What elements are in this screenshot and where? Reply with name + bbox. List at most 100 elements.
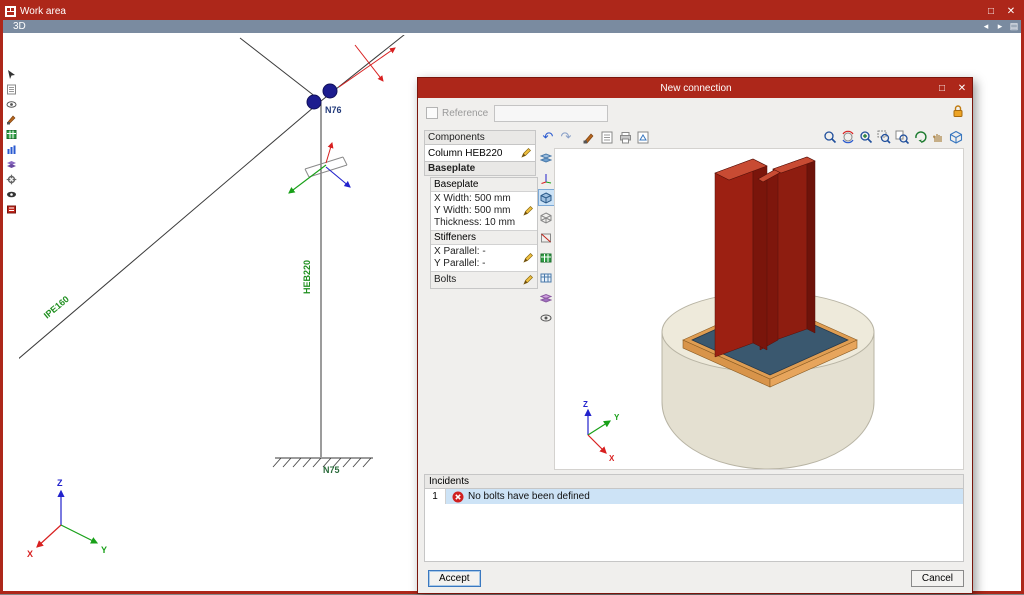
- incident-number: 1: [425, 489, 446, 504]
- tag-icon[interactable]: [6, 204, 17, 215]
- view-tabbar: 3D ◂ ▸ ▤: [3, 20, 1021, 33]
- incidents-panel: Incidents 1 No bolts have been defined: [424, 474, 964, 562]
- accept-button[interactable]: Accept: [428, 570, 481, 587]
- local-axis-x-icon: [326, 143, 332, 163]
- table-view-icon[interactable]: [539, 250, 554, 265]
- support-hatch-icon: [273, 458, 371, 467]
- pan-icon[interactable]: [930, 129, 946, 145]
- paint-icon[interactable]: [6, 114, 17, 125]
- rotate-view-icon[interactable]: [912, 129, 928, 145]
- edit-bolts-icon[interactable]: [521, 273, 535, 287]
- visibility-toggle-icon[interactable]: [539, 310, 554, 325]
- baseplate-subpanel: Baseplate X Width: 500 mm Y Width: 500 m…: [430, 177, 538, 289]
- node-label-n76: N76: [325, 105, 342, 115]
- svg-text:X: X: [609, 454, 615, 463]
- new-connection-dialog: New connection □ ✕ Reference Components …: [417, 77, 973, 594]
- incidents-header: Incidents: [425, 475, 963, 489]
- connection-3d-viewport[interactable]: Z Y X: [554, 148, 964, 470]
- reference-checkbox[interactable]: [426, 107, 438, 119]
- node-label-n75: N75: [323, 465, 340, 475]
- app-logo-icon: [5, 6, 16, 17]
- sheet-icon[interactable]: [6, 84, 17, 95]
- svg-text:Y: Y: [614, 413, 620, 422]
- incident-row[interactable]: 1 No bolts have been defined: [425, 489, 963, 504]
- section-view-icon[interactable]: [539, 230, 554, 245]
- load-arrow-icon: [355, 45, 383, 81]
- local-axis-y-icon: [289, 165, 326, 193]
- model-wireframe[interactable]: N76 HEB220 IPE160 N75: [19, 35, 419, 595]
- close-button[interactable]: ✕: [1001, 4, 1021, 19]
- baseplate-props-row[interactable]: X Width: 500 mm Y Width: 500 mm Thicknes…: [431, 192, 537, 230]
- svg-text:Z: Z: [57, 478, 63, 488]
- bolts-row[interactable]: Bolts: [431, 271, 537, 288]
- global-axes-icon: Z X Y: [27, 478, 107, 559]
- components-panel: Components Column HEB220 Baseplate: [424, 130, 536, 176]
- chart-icon[interactable]: [6, 144, 17, 155]
- edit-baseplate-icon[interactable]: [521, 204, 535, 218]
- load-arrow-icon: [339, 48, 395, 87]
- member-label-ipe160: IPE160: [42, 294, 71, 321]
- grid-view-icon[interactable]: [539, 270, 554, 285]
- tab-scroll-left-icon[interactable]: ◂: [979, 21, 993, 32]
- zoom-in-icon[interactable]: [858, 129, 874, 145]
- work-area-canvas[interactable]: N76 HEB220 IPE160 N75: [3, 33, 1021, 591]
- zoom-window-icon[interactable]: [876, 129, 892, 145]
- components-header: Components: [424, 130, 536, 145]
- dialog-maximize-button[interactable]: □: [932, 81, 952, 96]
- node-sphere[interactable]: [307, 95, 321, 109]
- connection-3d-render: Z Y X: [555, 149, 963, 469]
- component-column-row[interactable]: Column HEB220: [424, 145, 536, 162]
- model-sheet-icon[interactable]: [539, 150, 554, 165]
- tab-scroll-right-icon[interactable]: ▸: [993, 21, 1007, 32]
- table-icon[interactable]: [6, 129, 17, 140]
- wireframe-view-icon[interactable]: [539, 210, 554, 225]
- svg-text:Z: Z: [583, 400, 588, 409]
- reference-label: Reference: [442, 108, 488, 119]
- gear-icon[interactable]: [6, 174, 17, 185]
- shaded-view-icon[interactable]: [539, 190, 554, 205]
- dialog-title: New connection: [460, 83, 932, 94]
- undo-icon[interactable]: ↶: [540, 129, 556, 145]
- stiffeners-props-row[interactable]: X Parallel: - Y Parallel: -: [431, 245, 537, 271]
- tab-3d[interactable]: 3D: [3, 21, 36, 32]
- iso-view-icon[interactable]: [948, 129, 964, 145]
- member-label-heb220: HEB220: [302, 260, 312, 294]
- orbit-icon[interactable]: [840, 129, 856, 145]
- reference-input[interactable]: [494, 105, 608, 122]
- edit-column-icon[interactable]: [519, 146, 533, 160]
- left-toolbar: [3, 65, 19, 591]
- eye-icon[interactable]: [6, 99, 17, 110]
- svg-text:X: X: [27, 549, 33, 559]
- tab-menu-icon[interactable]: ▤: [1007, 21, 1021, 32]
- dialog-close-button[interactable]: ✕: [952, 81, 972, 96]
- dialog-titlebar[interactable]: New connection □ ✕: [418, 78, 972, 98]
- work-area-window: Work area □ ✕ 3D ◂ ▸ ▤: [0, 0, 1024, 594]
- error-icon: [452, 491, 464, 503]
- reference-row: Reference: [426, 105, 964, 121]
- layers-icon[interactable]: [6, 159, 17, 170]
- baseplate-section-header: Baseplate: [424, 162, 536, 176]
- paintbrush-icon[interactable]: [580, 129, 596, 145]
- cancel-button[interactable]: Cancel: [911, 570, 964, 587]
- axes-toggle-icon[interactable]: [539, 170, 554, 185]
- baseplate-item-header: Baseplate: [431, 178, 537, 192]
- zoom-icon[interactable]: [822, 129, 838, 145]
- lock-icon[interactable]: [952, 104, 964, 121]
- redo-icon[interactable]: ↷: [558, 129, 574, 145]
- titlebar: Work area □ ✕: [3, 3, 1021, 20]
- zoom-extents-icon[interactable]: [894, 129, 910, 145]
- print-icon[interactable]: [617, 129, 633, 145]
- edit-stiffeners-icon[interactable]: [521, 251, 535, 265]
- viewport-axes-icon: Z Y X: [583, 400, 620, 463]
- column-3d: [715, 157, 815, 357]
- incident-message: No bolts have been defined: [468, 491, 590, 502]
- node-sphere[interactable]: [323, 84, 337, 98]
- visibility-icon[interactable]: [6, 189, 17, 200]
- local-axis-z-icon: [326, 167, 350, 187]
- drawing-icon[interactable]: [635, 129, 651, 145]
- report-icon[interactable]: [599, 129, 615, 145]
- pointer-icon[interactable]: [6, 69, 17, 80]
- svg-text:Y: Y: [101, 545, 107, 555]
- maximize-button[interactable]: □: [981, 4, 1001, 19]
- layers-view-icon[interactable]: [539, 290, 554, 305]
